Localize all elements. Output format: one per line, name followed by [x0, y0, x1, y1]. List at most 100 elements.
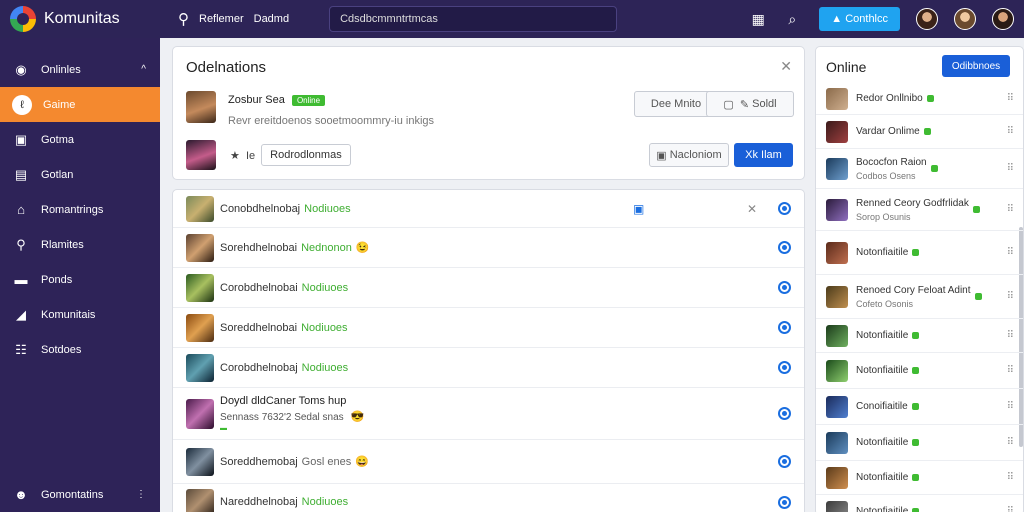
online-list-item[interactable]: Notonfiaitile ⠿	[816, 495, 1023, 512]
online-list-item[interactable]: Notonfiaitile ⠿	[816, 461, 1023, 495]
card-icon: ▬	[14, 272, 28, 287]
sidebar-item-rlamites[interactable]: ⚲ Rlamites	[0, 227, 160, 262]
online-status-icon	[912, 439, 920, 446]
tag-field[interactable]: Rodrodlonmas	[261, 144, 351, 166]
online-list-item[interactable]: Vardar Onlime ⠿	[816, 115, 1023, 149]
sidebar-item-gotlan[interactable]: ▤ Gotlan	[0, 157, 160, 192]
select-radio[interactable]	[778, 407, 791, 420]
drag-handle-icon[interactable]: ⠿	[1007, 291, 1014, 302]
list-item[interactable]: Corobdhelnobaj Nodiuoes	[173, 348, 804, 388]
top-link-dadmd[interactable]: Dadmd	[254, 13, 289, 25]
accept-button[interactable]: Xk Ilam	[734, 143, 793, 167]
list-item-status: Nodiuoes	[301, 281, 349, 294]
online-list-item[interactable]: Conoifiaitile ⠿	[816, 389, 1023, 425]
sidebar-item-sotdoes[interactable]: ☷ Sotdoes	[0, 332, 160, 367]
avatar	[186, 353, 214, 382]
list-item[interactable]: Corobdhelnobai Nodiuoes	[173, 268, 804, 308]
add-button[interactable]: ▢ ✎ Soldl	[706, 91, 794, 117]
list-item[interactable]: Soreddhelnobai Nodiuoes	[173, 308, 804, 348]
drag-handle-icon[interactable]: ⠿	[1007, 506, 1014, 512]
online-list-item[interactable]: Renoed Cory Feloat Adint Cofeto Osonis ⠿	[816, 275, 1023, 319]
add-button-label: Soldl	[752, 98, 777, 110]
list-item-name: Corobdhelnobai	[220, 281, 298, 294]
search-icon[interactable]: ⚲	[178, 10, 189, 28]
pin-icon: ★ Ie	[230, 149, 256, 162]
online-item-name: Notonfiaitile	[856, 247, 909, 258]
list-item[interactable]: Conobdhelnobaj Nodiuoes ▣ ✕	[173, 190, 804, 228]
bookmark-icon[interactable]: ▣	[633, 202, 644, 216]
list-item-status: Sennass 7632'2 Sedal snas	[220, 412, 344, 423]
close-icon[interactable]: ✕	[747, 202, 757, 216]
book-icon: ▤	[14, 166, 28, 182]
avatar	[826, 120, 848, 143]
list-item[interactable]: Nareddhelnobaj Nodiuoes	[173, 484, 804, 512]
online-list-item[interactable]: Notonfiaitile ⠿	[816, 425, 1023, 461]
online-list-item[interactable]: Bococfon Raion Codbos Osens ⠿	[816, 149, 1023, 189]
user-subtitle: Revr ereitdoenos sooetmoommry-iu inkigs	[228, 115, 435, 127]
online-status-icon	[974, 293, 982, 300]
drag-handle-icon[interactable]: ⠿	[1007, 365, 1014, 376]
sidebar-item-komunitais[interactable]: ◢ Komunitais	[0, 297, 160, 332]
avatar[interactable]	[186, 91, 216, 123]
brand[interactable]: Komunitas	[0, 6, 160, 32]
drag-handle-icon[interactable]: ⠿	[1007, 437, 1014, 448]
list-item[interactable]: Sorehdhelnobai Nednonon 😉	[173, 228, 804, 268]
list-item-name: Nareddhelnobaj	[220, 496, 298, 508]
apps-icon[interactable]: ▦	[741, 11, 775, 28]
panel-title: Odelnations	[186, 59, 267, 76]
online-list-item[interactable]: Redor Onllnibo ⠿	[816, 83, 1023, 115]
avatar	[186, 273, 214, 302]
drag-handle-icon[interactable]: ⠿	[1007, 204, 1014, 215]
select-radio[interactable]	[778, 495, 791, 509]
online-list-item[interactable]: Renned Ceory Godfrlidak Sorop Osunis ⠿	[816, 189, 1023, 231]
list-item[interactable]: Doydl dldCaner Toms hup Sennass 7632'2 S…	[173, 388, 804, 440]
avatar[interactable]	[992, 8, 1014, 30]
zoom-icon[interactable]: ⌕	[775, 11, 809, 28]
sidebar-item-onlinles[interactable]: ◉ Onlinles ^	[0, 52, 160, 87]
more-icon[interactable]: ⋮	[136, 489, 146, 500]
online-status-icon	[972, 206, 980, 213]
online-status-icon	[912, 249, 920, 256]
select-radio[interactable]	[778, 281, 791, 294]
online-item-name: Notonfiaitile	[856, 506, 909, 512]
avatar	[186, 447, 214, 476]
online-list-item[interactable]: Notonfiaitile ⠿	[816, 319, 1023, 353]
list-item-name: Conobdhelnobaj	[220, 202, 301, 215]
drag-handle-icon[interactable]: ⠿	[1007, 163, 1014, 174]
sidebar-item-romantrings[interactable]: ⌂ Romantrings	[0, 192, 160, 227]
online-status-icon	[926, 95, 934, 102]
sidebar-item-ponds[interactable]: ▬ Ponds	[0, 262, 160, 297]
select-radio[interactable]	[778, 202, 791, 215]
online-item-name: Renned Ceory Godfrlidak	[856, 197, 969, 209]
top-link-reflemer[interactable]: Reflemer	[199, 13, 244, 25]
drag-handle-icon[interactable]: ⠿	[1007, 247, 1014, 258]
online-action-button[interactable]: Odibbnoes	[942, 55, 1010, 77]
chevron-up-icon[interactable]: ^	[141, 64, 146, 75]
sidebar-item-label: Gotlan	[41, 168, 74, 181]
select-radio[interactable]	[778, 455, 791, 468]
sidebar-item-gaime[interactable]: ℓ Gaime	[0, 87, 160, 122]
avatar[interactable]	[954, 8, 976, 30]
search-input[interactable]	[329, 6, 618, 32]
drag-handle-icon[interactable]: ⠿	[1007, 330, 1014, 341]
avatar[interactable]	[186, 140, 216, 170]
avatar[interactable]	[916, 8, 938, 30]
drag-handle-icon[interactable]: ⠿	[1007, 401, 1014, 412]
select-radio[interactable]	[778, 361, 791, 374]
decline-button[interactable]: ▣ Nacloniom	[649, 143, 729, 167]
sidebar-footer[interactable]: ☻ Gomontatins ⋮	[0, 477, 160, 512]
connect-button[interactable]: ▲ Conthlcc	[819, 7, 900, 31]
close-icon[interactable]: ✕	[780, 58, 792, 75]
drag-handle-icon[interactable]: ⠿	[1007, 126, 1014, 137]
drag-handle-icon[interactable]: ⠿	[1007, 472, 1014, 483]
select-radio[interactable]	[778, 321, 791, 334]
list-item[interactable]: Soreddhemobaj Gosl enes 😄	[173, 440, 804, 484]
online-list-item[interactable]: Notonfiaitile ⠿	[816, 231, 1023, 275]
online-list-item[interactable]: Notonfiaitile ⠿	[816, 353, 1023, 389]
online-status-icon	[912, 332, 920, 339]
top-bar: Komunitas ⚲ Reflemer Dadmd ▦ ⌕ ▲ Conthlc…	[0, 0, 1024, 38]
select-radio[interactable]	[778, 241, 791, 254]
drag-handle-icon[interactable]: ⠿	[1007, 93, 1014, 104]
brand-logo-icon	[10, 6, 36, 32]
sidebar-item-gotma[interactable]: ▣ Gotma	[0, 122, 160, 157]
